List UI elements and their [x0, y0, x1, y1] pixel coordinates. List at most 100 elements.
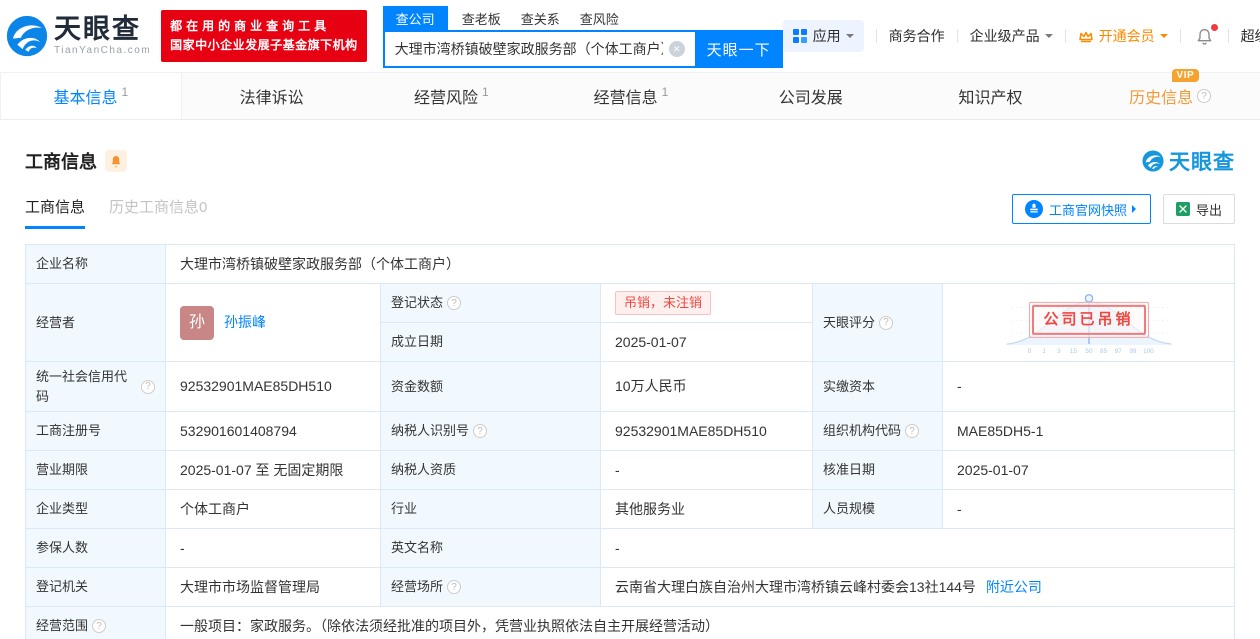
monitor-bell-button[interactable]: [105, 150, 127, 172]
help-icon[interactable]: ?: [141, 379, 155, 394]
chevron-down-icon: [1044, 34, 1053, 42]
search-input[interactable]: [382, 30, 695, 68]
help-icon[interactable]: ?: [1197, 89, 1212, 103]
search-widget: 查公司 查老板 查关系 查风险 ✕ 天眼一下: [382, 4, 783, 68]
svg-text:50: 50: [1085, 348, 1093, 355]
section-title: 工商信息: [25, 152, 97, 172]
business-site-value: 云南省大理白族自治州大理市湾桥镇云峰村委会13社144号: [615, 578, 976, 595]
taxpayer-quality-value: -: [601, 451, 813, 490]
export-button[interactable]: 导出: [1162, 194, 1235, 224]
subtab-history-business-info[interactable]: 历史工商信息0: [109, 196, 207, 229]
taxpayer-id-value: 92532901MAE85DH510: [601, 412, 813, 451]
main-content: 工商信息 天眼查 工商信息 历史工商信息0 工商官网快照 导出 企业名称 大理市…: [0, 146, 1260, 639]
snapshot-label: 工商官网快照: [1048, 202, 1127, 218]
company-section-tabs: 基本信息 1 法律诉讼 经营风险 1 经营信息 1 公司发展 知识产权 VIP …: [0, 69, 1260, 120]
field-label: 经营范围: [36, 618, 89, 634]
reg-number-value: 532901601408794: [166, 412, 381, 451]
subtab-label: 历史工商信息: [109, 198, 200, 216]
tab-label: 知识产权: [958, 90, 1023, 107]
help-icon[interactable]: ?: [473, 424, 488, 438]
field-label: 营业期限: [26, 451, 166, 490]
help-icon[interactable]: ?: [447, 580, 462, 594]
svg-text:100: 100: [1143, 348, 1154, 355]
operator-avatar[interactable]: 孙: [180, 305, 214, 340]
nav-apps[interactable]: 应用: [782, 20, 864, 52]
english-name-value: -: [601, 529, 1235, 568]
help-icon[interactable]: ?: [879, 315, 894, 330]
credit-code-value: 92532901MAE85DH510: [166, 362, 381, 412]
subtab-business-info[interactable]: 工商信息: [25, 196, 86, 229]
operator-cell: 孙 孙振峰: [166, 284, 381, 362]
official-snapshot-button[interactable]: 工商官网快照: [1011, 194, 1151, 224]
tab-count: 1: [661, 85, 669, 99]
tab-legal-proceedings[interactable]: 法律诉讼: [182, 73, 362, 119]
tianyancha-logo-icon: [1142, 150, 1164, 172]
help-icon[interactable]: ?: [447, 296, 462, 310]
business-scope-value: 一般项目：家政服务。（除依法须经批准的项目外，凭营业执照依法自主开展经营活动）: [166, 607, 1235, 639]
subtab-count: 0: [199, 198, 208, 216]
field-label: 登记状态: [391, 295, 444, 311]
svg-text:97: 97: [1114, 348, 1122, 355]
nav-user-menu[interactable]: 超级风...: [1241, 26, 1260, 46]
help-icon[interactable]: ?: [905, 424, 920, 438]
business-term-value: 2025-01-07 至 无固定期限: [166, 451, 381, 490]
tab-intellectual-property[interactable]: 知识产权: [901, 73, 1081, 119]
operator-name-link[interactable]: 孙振峰: [224, 312, 266, 333]
score-chart-cell: 0 1 3 15 50 85 97 99 100 公司已吊销: [943, 284, 1235, 362]
field-label: 核准日期: [813, 451, 943, 490]
nav-open-vip[interactable]: 开通会员: [1078, 26, 1168, 46]
field-label: 成立日期: [381, 323, 601, 362]
field-label: 工商注册号: [26, 412, 166, 451]
field-label-with-help: 经营场所 ?: [381, 568, 601, 607]
revoked-stamp: 公司已吊销: [1028, 301, 1149, 338]
search-tab-boss[interactable]: 查老板: [462, 6, 501, 31]
tab-operating-risk[interactable]: 经营风险 1: [361, 73, 541, 119]
nav-cooperation[interactable]: 商务合作: [889, 26, 945, 46]
nav-open-vip-label: 开通会员: [1098, 28, 1155, 44]
svg-text:85: 85: [1100, 348, 1108, 355]
tab-label: 公司发展: [778, 90, 843, 107]
divider: [875, 29, 877, 43]
tianyancha-watermark: 天眼查: [1142, 146, 1235, 176]
industry-value: 其他服务业: [601, 490, 813, 529]
nav-enterprise-products[interactable]: 企业级产品: [970, 26, 1053, 46]
search-tab-relation[interactable]: 查关系: [521, 6, 560, 31]
brand-title: 天眼查: [54, 14, 141, 44]
field-label: 实缴资本: [813, 362, 943, 412]
field-label-with-help: 天眼评分 ?: [813, 284, 943, 362]
tianyancha-logo[interactable]: 天眼查 TianYanCha.com: [6, 15, 151, 57]
divider: [956, 29, 958, 43]
field-label: 经营场所: [391, 579, 444, 595]
divider: [1064, 29, 1066, 43]
field-label: 经营者: [26, 284, 166, 362]
excel-icon: [1175, 202, 1190, 216]
tab-operating-info[interactable]: 经营信息 1: [541, 73, 721, 119]
tab-basic-info[interactable]: 基本信息 1: [0, 73, 182, 119]
brand-domain: TianYanCha.com: [54, 45, 152, 56]
chevron-down-icon: [845, 34, 854, 42]
field-label: 登记机关: [26, 568, 166, 607]
reg-authority-value: 大理市市场监督管理局: [166, 568, 381, 607]
tab-count: 1: [481, 85, 489, 99]
field-label: 人员规模: [813, 490, 943, 529]
company-type-value: 个体工商户: [166, 490, 381, 529]
search-tab-risk[interactable]: 查风险: [580, 6, 619, 31]
search-tab-company[interactable]: 查公司: [382, 5, 448, 31]
capital-value: 10万人民币: [601, 362, 813, 412]
tab-count: 1: [121, 85, 129, 99]
svg-text:15: 15: [1069, 348, 1077, 355]
field-label: 纳税人资质: [381, 451, 601, 490]
business-site-cell: 云南省大理白族自治州大理市湾桥镇云峰村委会13社144号 附近公司: [601, 568, 1235, 607]
nearby-companies-link[interactable]: 附近公司: [986, 577, 1042, 598]
notification-dot: [1210, 23, 1218, 31]
svg-text:1: 1: [1042, 348, 1046, 355]
status-badge: 吊销，未注销: [615, 291, 712, 315]
org-code-value: MAE85DH5-1: [943, 412, 1235, 451]
search-button[interactable]: 天眼一下: [694, 30, 783, 68]
tab-company-development[interactable]: 公司发展: [721, 73, 901, 119]
tab-history-info[interactable]: VIP 历史信息 ?: [1080, 69, 1260, 119]
field-label: 企业名称: [26, 245, 166, 284]
clear-search-icon[interactable]: ✕: [668, 41, 685, 57]
help-icon[interactable]: ?: [92, 619, 107, 633]
notifications-button[interactable]: [1193, 23, 1218, 48]
